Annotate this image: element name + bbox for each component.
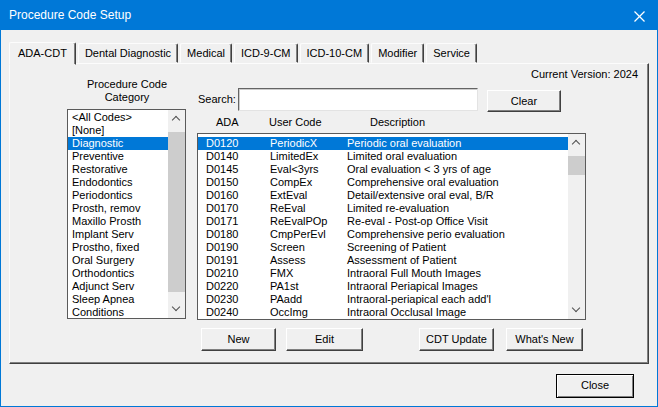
code-row[interactable]: D0210 FMX Intraoral Full Mouth Images — [198, 267, 569, 280]
category-scrollbar[interactable] — [168, 110, 185, 318]
category-item[interactable]: Diagnostic — [68, 137, 168, 150]
column-header-ada: ADA — [216, 116, 239, 128]
scroll-down-icon[interactable] — [168, 301, 185, 318]
code-row[interactable]: D0140 LimitedEx Limited oral evaluation — [198, 150, 569, 163]
tab[interactable]: Service — [426, 43, 477, 63]
category-list-label: Procedure Code Category — [57, 78, 197, 104]
column-header-description: Description — [370, 116, 425, 128]
window-title: Procedure Code Setup — [9, 1, 131, 30]
edit-button[interactable]: Edit — [286, 328, 363, 351]
codes-listbox[interactable]: D0120 PeriodicX Periodic oral evaluation… — [197, 133, 586, 320]
whats-new-button[interactable]: What's New — [506, 328, 583, 351]
code-row[interactable]: D0145 Eval<3yrs Oral evaluation < 3 yrs … — [198, 163, 569, 176]
tab-strip: ADA-CDT Dental Diagnostic Medical ICD-9-… — [9, 41, 479, 63]
tab[interactable]: Modifier — [371, 43, 424, 63]
category-item[interactable]: Periodontics — [68, 189, 168, 202]
scroll-down-icon[interactable] — [568, 302, 585, 319]
code-row[interactable]: D0180 CmpPerEvl Comprehensive perio eval… — [198, 228, 569, 241]
scroll-up-icon[interactable] — [168, 110, 185, 127]
code-row[interactable]: D0240 OccImg Intraoral Occlusal Image — [198, 306, 569, 319]
code-row[interactable]: D0191 Assess Assessment of Patient — [198, 254, 569, 267]
code-row[interactable]: D0120 PeriodicX Periodic oral evaluation — [198, 137, 569, 150]
tab[interactable]: Medical — [180, 43, 232, 63]
category-item[interactable]: Adjunct Serv — [68, 280, 168, 293]
cdt-update-button[interactable]: CDT Update — [419, 328, 494, 351]
scrollbar-thumb[interactable] — [168, 132, 185, 292]
code-row[interactable]: D0230 PAadd Intraoral-periapical each ad… — [198, 293, 569, 306]
search-input[interactable] — [238, 88, 478, 111]
column-header-user-code: User Code — [269, 116, 322, 128]
clear-button[interactable]: Clear — [487, 90, 561, 112]
category-item[interactable]: Sleep Apnea — [68, 293, 168, 306]
tab[interactable]: Dental Diagnostic — [78, 43, 178, 63]
code-row[interactable]: D0150 CompEx Comprehensive oral evaluati… — [198, 176, 569, 189]
procedure-code-setup-dialog: Procedure Code Setup ADA-CDT Dental Diag… — [0, 0, 658, 407]
code-row[interactable]: D0170 ReEval Limited re-evaluation — [198, 202, 569, 215]
scroll-up-icon[interactable] — [568, 134, 585, 151]
category-item[interactable]: Oral Surgery — [68, 254, 168, 267]
category-item[interactable]: Prosth, remov — [68, 202, 168, 215]
category-item[interactable]: Orthodontics — [68, 267, 168, 280]
close-icon[interactable] — [613, 1, 657, 30]
tab[interactable]: ICD-9-CM — [234, 43, 298, 63]
codes-scrollbar[interactable] — [568, 134, 585, 319]
title-bar: Procedure Code Setup — [1, 1, 657, 30]
tab[interactable]: ADA-CDT — [9, 42, 76, 65]
category-item[interactable]: Prostho, fixed — [68, 241, 168, 254]
current-version-label: Current Version: 2024 — [438, 68, 638, 80]
search-label: Search: — [198, 93, 236, 105]
scrollbar-thumb[interactable] — [568, 156, 585, 175]
code-row[interactable]: D0190 Screen Screening of Patient — [198, 241, 569, 254]
category-item[interactable]: [None] — [68, 124, 168, 137]
category-item[interactable]: Implant Serv — [68, 228, 168, 241]
category-listbox[interactable]: <All Codes> [None] Diagnostic Preventive… — [67, 109, 186, 319]
tab[interactable]: ICD-10-CM — [300, 43, 370, 63]
category-item[interactable]: Endodontics — [68, 176, 168, 189]
category-item[interactable]: Restorative — [68, 163, 168, 176]
code-row[interactable]: D0220 PA1st Intraoral Periapical Images — [198, 280, 569, 293]
category-item[interactable]: Conditions — [68, 306, 168, 319]
category-item[interactable]: Preventive — [68, 150, 168, 163]
category-item[interactable]: Maxillo Prosth — [68, 215, 168, 228]
new-button[interactable]: New — [201, 328, 276, 351]
code-row[interactable]: D0171 ReEvalPOp Re-eval - Post-op Office… — [198, 215, 569, 228]
category-item[interactable]: <All Codes> — [68, 111, 168, 124]
code-row[interactable]: D0160 ExtEval Detail/extensive oral eval… — [198, 189, 569, 202]
close-button[interactable]: Close — [556, 374, 634, 398]
